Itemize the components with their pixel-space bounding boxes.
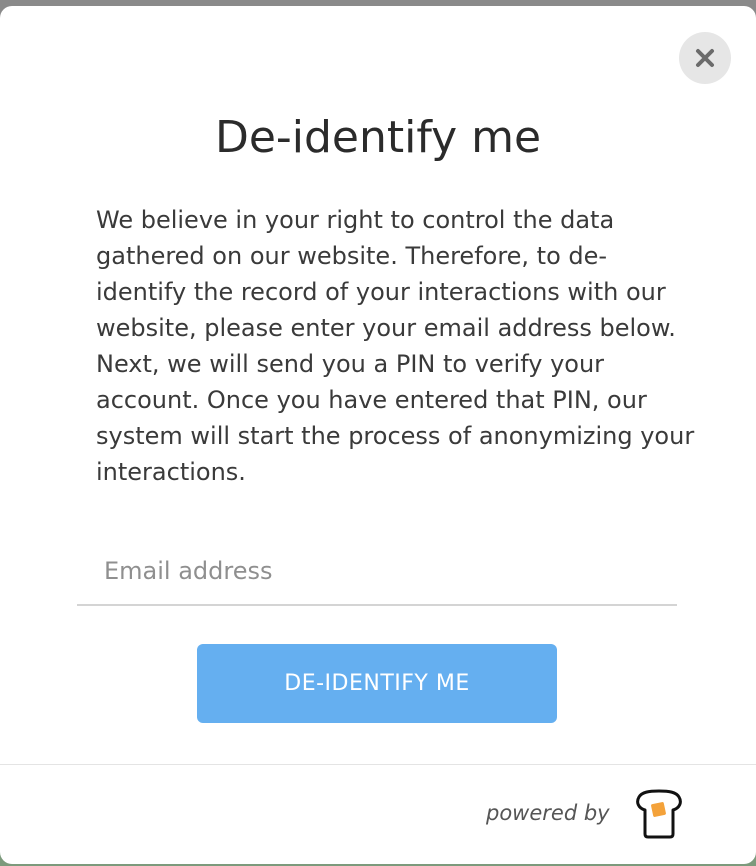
dialog-footer: powered by <box>0 765 756 864</box>
email-input[interactable] <box>77 538 677 604</box>
dialog-title: De-identify me <box>214 112 542 163</box>
close-button[interactable] <box>679 32 731 84</box>
dialog-description: We believe in your right to control the … <box>96 206 695 486</box>
email-field-container <box>77 538 677 606</box>
deidentify-dialog: De-identify me We believe in your right … <box>0 6 756 864</box>
powered-by-label: powered by <box>486 801 610 825</box>
close-icon <box>696 49 714 67</box>
toast-logo-icon[interactable] <box>633 788 685 840</box>
deidentify-submit-button[interactable]: DE-IDENTIFY ME <box>197 644 557 723</box>
